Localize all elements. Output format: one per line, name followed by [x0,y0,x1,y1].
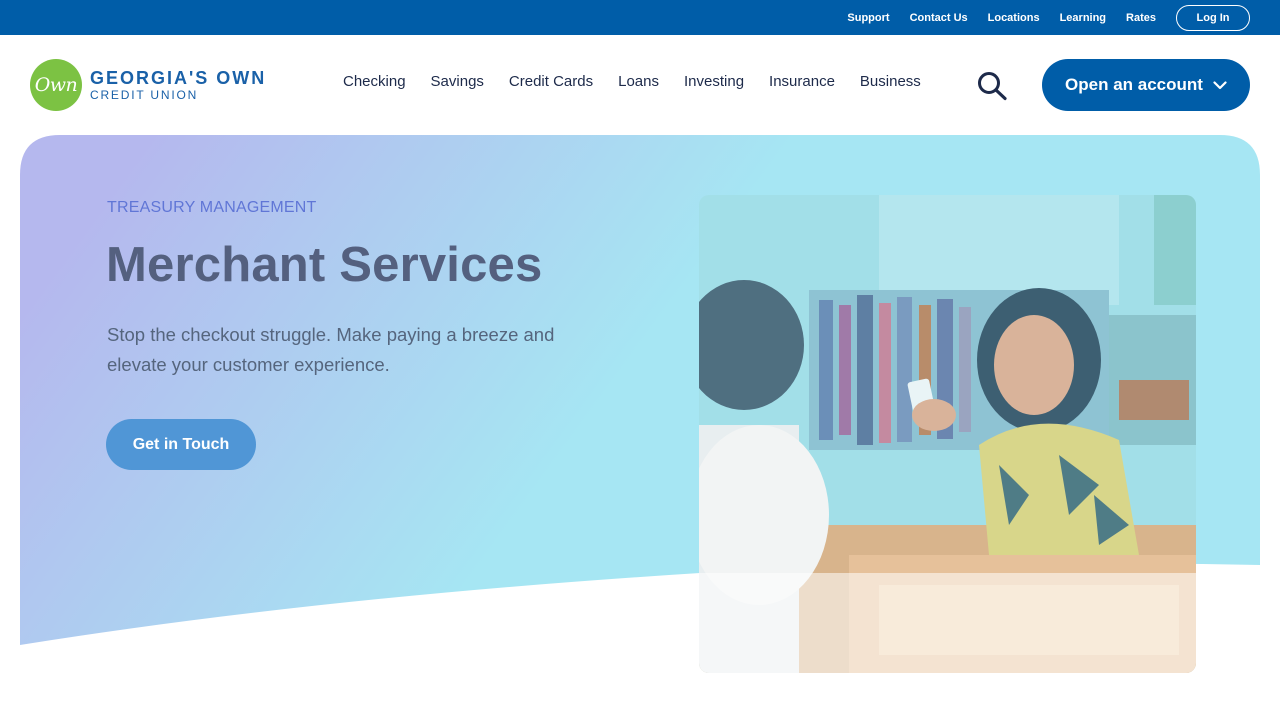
get-in-touch-button[interactable]: Get in Touch [106,419,256,470]
nav-item-credit-cards[interactable]: Credit Cards [509,73,593,90]
logo-name: GEORGIA'S OWN [90,68,267,88]
search-icon [978,72,1007,101]
chevron-down-icon [1213,80,1227,89]
nav-item-insurance[interactable]: Insurance [769,73,835,90]
logo-subname: CREDIT UNION [90,88,199,102]
nav-item-business[interactable]: Business [860,73,921,90]
utility-links: Support Contact Us Locations Learning Ra… [847,12,1156,24]
open-account-button[interactable]: Open an account [1042,59,1250,111]
utility-link-rates[interactable]: Rates [1126,12,1156,24]
hero-title: Merchant Services [106,238,543,292]
utility-link-learning[interactable]: Learning [1060,12,1106,24]
utility-link-support[interactable]: Support [847,12,889,24]
nav-item-savings[interactable]: Savings [431,73,484,90]
search-button[interactable] [976,71,1008,101]
hero-section: TREASURY MANAGEMENT Merchant Services St… [20,135,1260,673]
logo-text: GEORGIA'S OWN CREDIT UNION [90,68,266,102]
utility-bar: Support Contact Us Locations Learning Ra… [0,0,1280,35]
open-account-label: Open an account [1065,75,1203,94]
login-button[interactable]: Log In [1176,4,1250,31]
utility-link-contact-us[interactable]: Contact Us [910,12,968,24]
nav-item-loans[interactable]: Loans [618,73,659,90]
logo-mark: Own [30,59,82,111]
utility-link-locations[interactable]: Locations [988,12,1040,24]
hero-eyebrow: TREASURY MANAGEMENT [107,199,317,216]
site-header: Own GEORGIA'S OWN CREDIT UNION Checking … [0,35,1280,135]
main-nav: Checking Savings Credit Cards Loans Inve… [343,73,946,90]
hero-subtitle: Stop the checkout struggle. Make paying … [107,324,555,375]
logo[interactable]: Own GEORGIA'S OWN CREDIT UNION [30,59,266,111]
hero-image [699,195,1196,673]
nav-item-checking[interactable]: Checking [343,73,406,90]
checkout-photo [699,195,1196,673]
nav-item-investing[interactable]: Investing [684,73,744,90]
